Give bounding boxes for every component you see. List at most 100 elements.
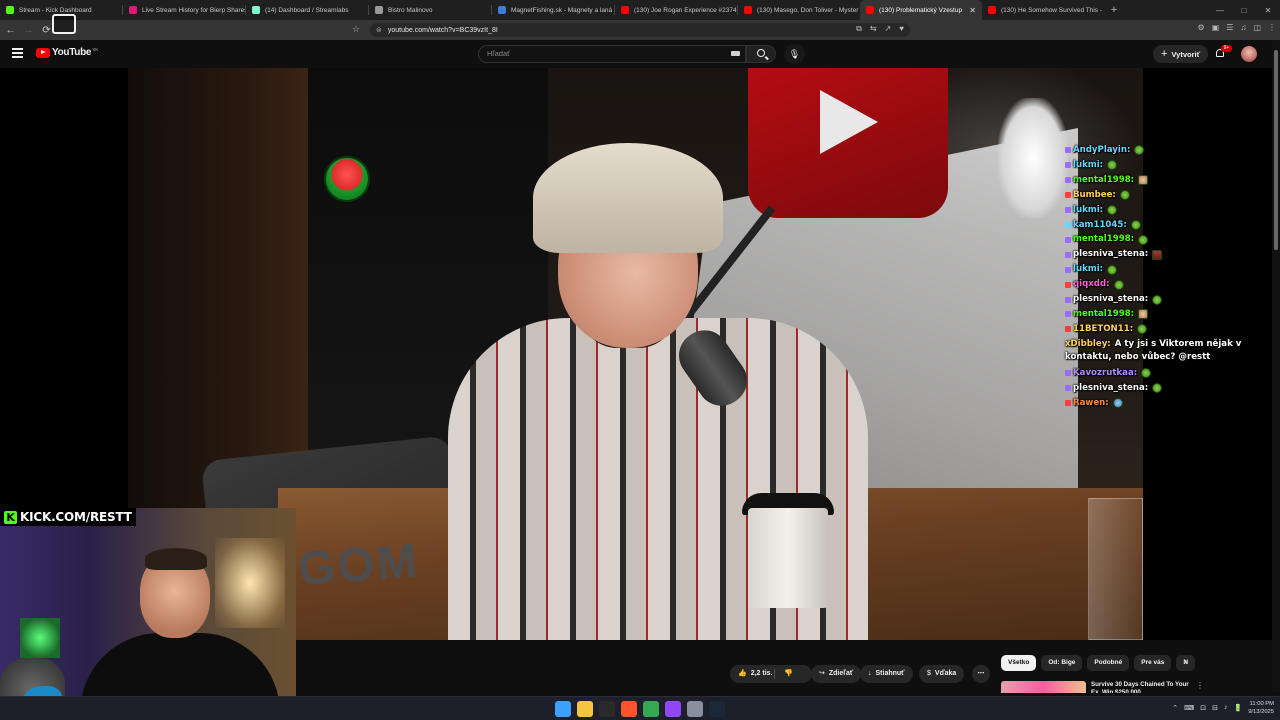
notifications-button[interactable]: 9+ bbox=[1214, 45, 1232, 60]
new-tab-button[interactable]: + bbox=[1104, 4, 1124, 16]
tray-icon[interactable]: ♪ bbox=[1224, 704, 1228, 712]
streamer-webcam bbox=[0, 508, 296, 720]
page-scrollbar[interactable] bbox=[1272, 40, 1280, 692]
filter-chip[interactable]: Všetko bbox=[1001, 655, 1037, 671]
minimize-button[interactable]: — bbox=[1208, 6, 1232, 15]
like-button[interactable]: 👍 2,2 tis. bbox=[738, 670, 773, 677]
tray-icon[interactable]: 🔋 bbox=[1233, 704, 1242, 712]
chat-badge-icon bbox=[1065, 311, 1071, 318]
taskbar-chrome-icon[interactable] bbox=[643, 701, 659, 717]
chat-username: Kavozrutkaa: bbox=[1073, 367, 1138, 378]
extension-icon[interactable]: ◫ bbox=[1253, 23, 1261, 32]
chat-emote-icon bbox=[1137, 324, 1148, 335]
coffee-cup bbox=[748, 508, 828, 608]
omnibox-action-icon[interactable]: ⇆ bbox=[870, 24, 877, 34]
keyboard-icon[interactable] bbox=[731, 51, 740, 56]
back-button[interactable]: ← bbox=[3, 25, 18, 36]
omnibox-action-icon[interactable]: ⧉ bbox=[856, 24, 862, 34]
tray-icon[interactable]: ⊡ bbox=[1200, 704, 1206, 712]
tray-icon[interactable]: ⌃ bbox=[1172, 704, 1178, 712]
share-icon: ↪ bbox=[819, 670, 825, 677]
address-bar[interactable]: ⊜ youtube.com/watch?v=BC39vzIt_8I ⧉ ⇆ ↗ ♥ bbox=[370, 23, 910, 37]
filter-chip[interactable]: Od: Bige bbox=[1041, 655, 1083, 671]
chat-message: Rawen: bbox=[1065, 396, 1265, 411]
tab-close-icon[interactable]: ✕ bbox=[969, 6, 976, 15]
kick-logo-icon: K bbox=[4, 510, 17, 524]
watermelon-emote-icon bbox=[324, 156, 370, 202]
chat-badge-icon bbox=[1065, 207, 1071, 214]
chat-message: plesniva_stena: bbox=[1065, 292, 1265, 307]
search-input[interactable]: Hľadať bbox=[478, 45, 746, 63]
chat-emote-icon bbox=[1152, 249, 1163, 260]
chat-emote-icon bbox=[1112, 398, 1123, 409]
lamp-glow bbox=[215, 538, 285, 628]
taskbar-explorer-icon[interactable] bbox=[577, 701, 593, 717]
taskbar-terminal-icon[interactable] bbox=[599, 701, 615, 717]
dislike-button[interactable]: 👎 bbox=[784, 665, 793, 683]
download-button[interactable]: ↓ Stiahnuť bbox=[860, 665, 913, 683]
thanks-button[interactable]: $ Vďaka bbox=[919, 665, 965, 683]
bucket-hat bbox=[533, 143, 723, 253]
recommendation-thumbnail[interactable] bbox=[1001, 681, 1086, 693]
extension-icon[interactable]: ⋮ bbox=[1268, 23, 1276, 32]
extension-icon[interactable]: ♫ bbox=[1240, 23, 1246, 32]
clock-time: 11:00 PM bbox=[1249, 701, 1274, 707]
more-actions-button[interactable]: ⋯ bbox=[972, 665, 990, 683]
browser-tab[interactable]: (130) He Somehow Survived This - Y bbox=[982, 0, 1104, 20]
tab-title: (130) Problematický Vzestup bbox=[879, 6, 963, 14]
share-button[interactable]: ↪ Zdieľať bbox=[811, 665, 862, 683]
close-window-button[interactable]: ✕ bbox=[1256, 6, 1280, 15]
youtube-logo[interactable]: YouTube SK bbox=[36, 47, 98, 58]
tab-favicon-icon bbox=[129, 6, 137, 14]
chat-emote-icon bbox=[1138, 234, 1149, 245]
forward-button[interactable]: → bbox=[21, 25, 36, 36]
download-icon: ↓ bbox=[868, 670, 872, 677]
chat-badge-icon bbox=[1065, 326, 1071, 333]
search-button[interactable] bbox=[746, 45, 776, 63]
taskbar-apps bbox=[555, 701, 725, 717]
bookmark-icon[interactable]: ☆ bbox=[352, 24, 360, 35]
filter-chip[interactable]: Podobné bbox=[1087, 655, 1130, 671]
chat-emote-icon bbox=[1152, 383, 1163, 394]
maximize-button[interactable]: □ bbox=[1232, 6, 1256, 15]
omnibox-action-icon[interactable]: ↗ bbox=[885, 24, 892, 34]
tray-icon[interactable]: ⌨ bbox=[1184, 704, 1194, 712]
browser-tab[interactable]: (130) Problematický Vzestup ✕ bbox=[860, 0, 982, 20]
taskbar-twitch-icon[interactable] bbox=[665, 701, 681, 717]
taskbar-obs-icon[interactable] bbox=[687, 701, 703, 717]
windows-taskbar: ⌃ ⌨ ⊡ ⊟ ♪ 🔋 11:00 PM 9/13/2025 bbox=[0, 696, 1280, 720]
taskbar-brave-icon[interactable] bbox=[621, 701, 637, 717]
browser-tab[interactable]: Bistro Malinovo bbox=[369, 0, 491, 20]
browser-tab[interactable]: (130) Joe Rogan Experience #2374 bbox=[615, 0, 737, 20]
tab-title: Stream - Kick Dashboard bbox=[19, 6, 92, 14]
youtube-country-code: SK bbox=[92, 47, 99, 52]
extension-icon[interactable]: ☰ bbox=[1226, 23, 1233, 32]
extensions-area: ⚙ ▣ ☰ ♫ ◫ ⋮ bbox=[1198, 23, 1276, 32]
chat-emote-icon bbox=[1107, 205, 1118, 216]
browser-tab[interactable]: Live Stream History for Bierp Shares bbox=[123, 0, 245, 20]
chips-next-icon[interactable]: › bbox=[1184, 656, 1187, 666]
site-info-icon[interactable]: ⊜ bbox=[376, 26, 382, 34]
clock[interactable]: 11:00 PM 9/13/2025 bbox=[1248, 700, 1274, 716]
menu-icon[interactable] bbox=[12, 48, 23, 58]
tab-favicon-icon bbox=[6, 6, 14, 14]
extension-icon[interactable]: ▣ bbox=[1212, 23, 1220, 32]
scrollbar-thumb[interactable] bbox=[1274, 50, 1278, 250]
chat-badge-icon bbox=[1065, 400, 1071, 407]
recommendation-more-icon[interactable]: ⋮ bbox=[1196, 681, 1204, 690]
create-button[interactable]: + Vytvoriť bbox=[1153, 45, 1209, 63]
account-avatar[interactable] bbox=[1241, 46, 1257, 62]
browser-tab[interactable]: (14) Dashboard / Streamlabs bbox=[246, 0, 368, 20]
taskbar-start-icon[interactable] bbox=[555, 701, 571, 717]
tray-icon[interactable]: ⊟ bbox=[1212, 704, 1218, 712]
omnibox-action-icon[interactable]: ♥ bbox=[899, 24, 904, 34]
youtube-masthead: YouTube SK Hľadať 🎙 + Vytvoriť 9+ bbox=[0, 40, 1280, 68]
voice-search-button[interactable]: 🎙 bbox=[784, 44, 805, 64]
extension-icon[interactable]: ⚙ bbox=[1198, 23, 1205, 32]
tab-favicon-icon bbox=[621, 6, 629, 14]
taskbar-steam-icon[interactable] bbox=[709, 701, 725, 717]
browser-tab[interactable]: (130) Masego, Don Toliver - Myster bbox=[738, 0, 860, 20]
filter-chip[interactable]: Pre vás bbox=[1134, 655, 1172, 671]
browser-tab[interactable]: MagnetFishing.sk - Magnety a laná bbox=[492, 0, 614, 20]
recommendation-title[interactable]: Survive 30 Days Chained To Your Ex, Win … bbox=[1091, 681, 1191, 693]
